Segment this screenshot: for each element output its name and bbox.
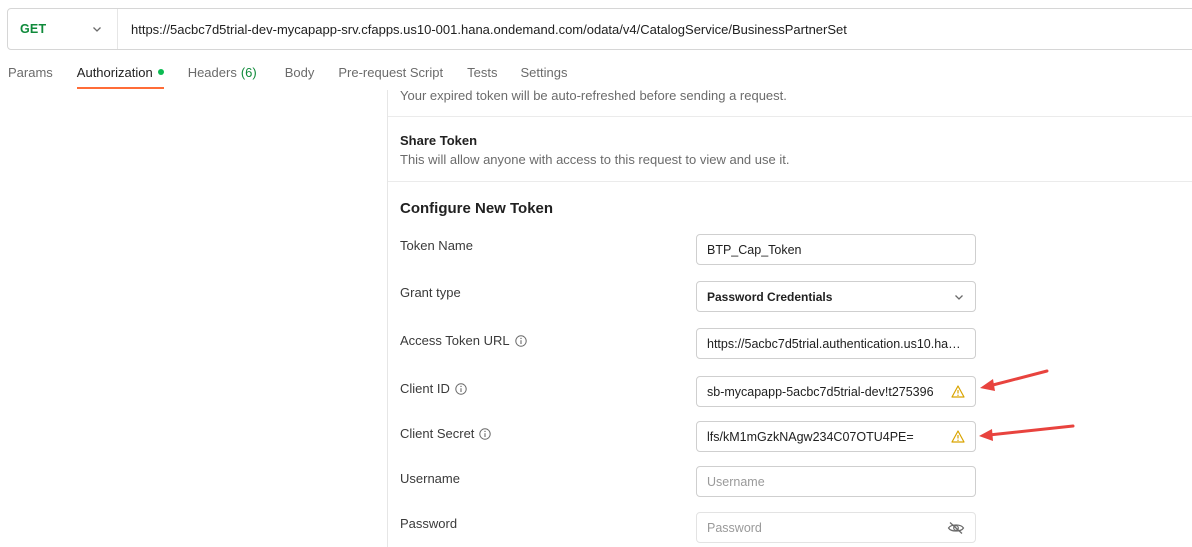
tab-headers-count: (6) [240,64,257,80]
client-secret-value: lfs/kM1mGzkNAgw234C07OTU4PE= [707,429,914,444]
chevron-down-icon [955,294,963,300]
method-select[interactable]: GET [8,9,118,49]
configure-token-title: Configure New Token [400,200,554,217]
status-dot-icon [157,69,164,75]
info-icon[interactable] [479,427,492,440]
share-token-title: Share Token [400,133,478,148]
tab-pre-request-script[interactable]: Pre-request Script [338,54,443,90]
grant-type-label: Grant type [400,285,461,300]
divider [388,181,1192,182]
token-name-label: Token Name [400,238,473,253]
tab-headers[interactable]: Headers (6) [188,54,257,90]
client-secret-label: Client Secret [400,426,492,441]
info-icon[interactable] [514,334,527,347]
tab-pre-request-script-label: Pre-request Script [338,64,444,80]
access-token-url-label: Access Token URL [400,333,527,348]
panel-divider [387,90,388,547]
chevron-down-icon [93,27,101,32]
share-token-description: This will allow anyone with access to th… [400,152,790,167]
tab-params-label: Params [8,64,53,80]
warning-icon [951,385,965,398]
client-id-label: Client ID [400,381,467,396]
password-placeholder: Password [707,520,762,535]
password-field[interactable]: Password [696,512,976,543]
client-id-label-text: Client ID [400,381,450,396]
grant-type-value: Password Credentials [707,289,833,304]
access-token-url-value: https://5acbc7d5trial.authentication.us1… [707,336,965,351]
client-secret-label-text: Client Secret [400,426,475,441]
username-label: Username [400,471,460,486]
username-label-text: Username [400,471,460,486]
client-id-value: sb-mycapapp-5acbc7d5trial-dev!t275396 [707,384,934,399]
method-label: GET [20,22,47,36]
client-secret-field[interactable]: lfs/kM1mGzkNAgw234C07OTU4PE= [696,421,976,452]
tab-tests[interactable]: Tests [467,54,497,90]
grant-type-label-text: Grant type [400,285,461,300]
annotation-arrow-client-secret [979,424,1075,441]
tab-settings-label: Settings [520,64,568,80]
tab-body[interactable]: Body [285,54,315,90]
annotation-arrow-client-id [980,369,1049,391]
access-token-url-label-text: Access Token URL [400,333,510,348]
access-token-url-field[interactable]: https://5acbc7d5trial.authentication.us1… [696,328,976,359]
username-placeholder: Username [707,474,765,489]
tab-authorization-label: Authorization [76,64,153,80]
url-input[interactable] [118,9,1192,49]
tab-authorization[interactable]: Authorization [76,54,164,90]
token-name-label-text: Token Name [400,238,473,253]
token-name-field[interactable]: BTP_Cap_Token [696,234,976,265]
tab-tests-label: Tests [467,64,498,80]
token-name-value: BTP_Cap_Token [707,242,802,257]
tab-headers-label: Headers [187,64,237,80]
tab-params[interactable]: Params [8,54,53,90]
request-tabs: Params Authorization Headers (6) Body Pr… [0,54,567,90]
client-id-field[interactable]: sb-mycapapp-5acbc7d5trial-dev!t275396 [696,376,976,407]
warning-icon [951,430,965,443]
info-icon[interactable] [455,382,467,395]
divider [388,116,1192,117]
password-label-text: Password [400,516,458,531]
username-field[interactable]: Username [696,466,976,497]
eye-off-icon[interactable] [947,521,965,535]
tab-settings[interactable]: Settings [520,54,567,90]
request-url-bar: GET [7,8,1192,50]
grant-type-select[interactable]: Password Credentials [696,281,976,312]
tab-body-label: Body [284,64,315,80]
password-label: Password [400,516,457,531]
auto-refresh-text: Your expired token will be auto-refreshe… [400,88,787,103]
